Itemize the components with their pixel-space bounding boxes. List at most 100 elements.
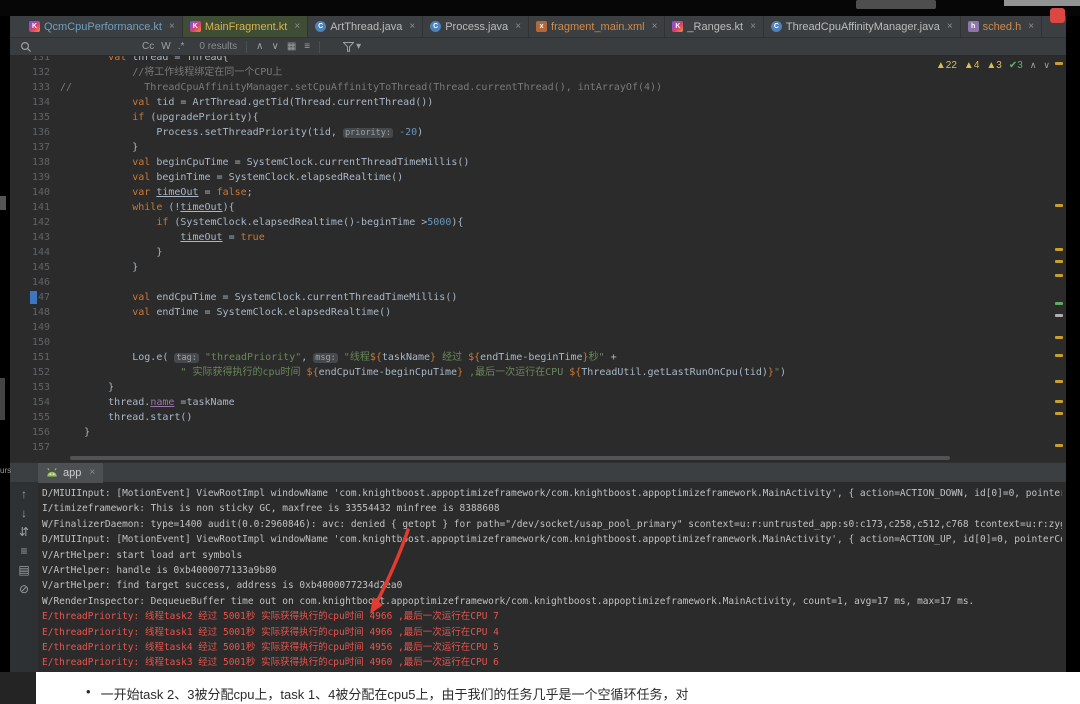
run-tab-app[interactable]: app × <box>38 463 103 483</box>
more-options-icon[interactable]: ≡ <box>304 41 310 52</box>
close-icon[interactable]: × <box>409 21 415 32</box>
code-line[interactable]: 141 while (!timeOut){ <box>10 200 1052 215</box>
code-line[interactable]: 150 <box>10 335 1052 350</box>
code-line[interactable]: 140 var timeOut = false; <box>10 185 1052 200</box>
close-icon[interactable]: × <box>652 21 658 32</box>
tab-fragment-main-xml[interactable]: xfragment_main.xml× <box>529 16 665 37</box>
close-icon[interactable]: × <box>169 21 175 32</box>
code-line[interactable]: 142 if (SystemClock.elapsedRealtime()-be… <box>10 215 1052 230</box>
log-line[interactable]: D/MIUIInput: [MotionEvent] ViewRootImpl … <box>42 486 1062 501</box>
code-line[interactable]: 145 } <box>10 260 1052 275</box>
log-line[interactable]: V/ArtHelper: start load art symbols <box>42 548 1062 563</box>
annotation-arrow <box>358 524 422 620</box>
stripe-mark[interactable] <box>1055 314 1063 317</box>
next-issue-icon[interactable]: ∨ <box>1043 60 1050 71</box>
stripe-mark[interactable] <box>1055 354 1063 357</box>
code-line[interactable]: 144 } <box>10 245 1052 260</box>
record-indicator-icon[interactable] <box>1050 8 1065 23</box>
code-line[interactable]: 137 } <box>10 140 1052 155</box>
code-segment: if <box>132 112 144 123</box>
clear-console-icon[interactable]: ⊘ <box>19 583 29 595</box>
scroll-to-top-icon[interactable]: ↑ <box>21 488 27 500</box>
log-line[interactable]: E/threadPriority: 线程task1 经过 5001秒 实际获得执… <box>42 625 1062 640</box>
stripe-mark[interactable] <box>1055 400 1063 403</box>
stripe-mark[interactable] <box>1055 444 1063 447</box>
tab--ranges-kt[interactable]: K_Ranges.kt× <box>665 16 764 37</box>
code-line[interactable]: 134 val tid = ArtThread.getTid(Thread.cu… <box>10 95 1052 110</box>
prev-issue-icon[interactable]: ∧ <box>1030 60 1037 71</box>
words-toggle[interactable]: W <box>161 41 170 52</box>
close-icon[interactable]: × <box>515 21 521 32</box>
log-line[interactable]: I/timizeframework: This is non sticky GC… <box>42 501 1062 516</box>
close-icon[interactable]: × <box>89 467 95 478</box>
stripe-mark[interactable] <box>1055 260 1063 263</box>
code-line[interactable]: 149 <box>10 320 1052 335</box>
code-line[interactable]: 146 <box>10 275 1052 290</box>
code-line[interactable]: 153 } <box>10 380 1052 395</box>
log-line[interactable]: E/threadPriority: 线程task4 经过 5001秒 实际获得执… <box>42 640 1062 655</box>
log-line[interactable]: E/threadPriority: 线程task2 经过 5001秒 实际获得执… <box>42 609 1062 624</box>
log-line[interactable]: D/MIUIInput: [MotionEvent] ViewRootImpl … <box>42 532 1062 547</box>
search-input[interactable] <box>41 41 133 53</box>
tab-mainfragment-kt[interactable]: KMainFragment.kt× <box>183 16 308 37</box>
stripe-mark[interactable] <box>1055 302 1063 305</box>
match-case-toggle[interactable]: Cc <box>142 41 154 52</box>
log-line[interactable]: V/ArtHelper: handle is 0xb4000077133a9b8… <box>42 563 1062 578</box>
horizontal-scrollbar[interactable] <box>70 456 950 460</box>
line-number: 141 <box>16 200 60 215</box>
tab-process-java[interactable]: CProcess.java× <box>423 16 529 37</box>
stripe-mark[interactable] <box>1055 380 1063 383</box>
close-icon[interactable]: × <box>947 21 953 32</box>
code-line[interactable]: 147 val endCpuTime = SystemClock.current… <box>10 290 1052 305</box>
code-line[interactable]: 131 val thread = Thread{ <box>10 56 1052 65</box>
log-line[interactable]: E/threadPriority: 线程task3 经过 5001秒 实际获得执… <box>42 655 1062 670</box>
log-line[interactable]: W/FinalizerDaemon: type=1400 audit(0.0:2… <box>42 517 1062 532</box>
filter-results-button[interactable]: ▾ <box>343 41 361 52</box>
print-icon[interactable]: ▤ <box>18 564 29 576</box>
stripe-mark[interactable] <box>1055 336 1063 339</box>
code-line[interactable]: 155 thread.start() <box>10 410 1052 425</box>
select-all-matches-icon[interactable]: ▦ <box>287 41 296 52</box>
code-line[interactable]: 157 <box>10 440 1052 455</box>
scroll-to-end-icon[interactable]: ⇵ <box>19 526 29 538</box>
tab-sched-h[interactable]: hsched.h× <box>961 16 1042 37</box>
code-line[interactable]: 139 val beginTime = SystemClock.elapsedR… <box>10 170 1052 185</box>
tab-qcmcpuperformance-kt[interactable]: KQcmCpuPerformance.kt× <box>22 16 183 37</box>
code-line[interactable]: 135 if (upgradePriority){ <box>10 110 1052 125</box>
code-line[interactable]: 143 timeOut = true <box>10 230 1052 245</box>
scroll-to-bottom-icon[interactable]: ↓ <box>21 507 27 519</box>
code-segment: ) <box>780 367 786 378</box>
close-icon[interactable]: × <box>1028 21 1034 32</box>
code-text: if (upgradePriority){ <box>60 110 259 125</box>
code-line[interactable]: 156 } <box>10 425 1052 440</box>
next-match-icon[interactable]: ∨ <box>271 41 278 52</box>
code-line[interactable]: 133// ThreadCpuAffinityManager.setCpuAff… <box>10 80 1052 95</box>
code-segment: //将工作线程绑定在同一个CPU上 <box>132 67 282 78</box>
code-segment: -20 <box>399 127 417 138</box>
code-line[interactable]: 138 val beginCpuTime = SystemClock.curre… <box>10 155 1052 170</box>
tab-artthread-java[interactable]: CArtThread.java× <box>308 16 423 37</box>
error-stripe[interactable] <box>1052 56 1066 462</box>
code-line[interactable]: 151 Log.e( tag: "threadPriority", msg: "… <box>10 350 1052 365</box>
stripe-mark[interactable] <box>1055 248 1063 251</box>
stripe-mark[interactable] <box>1055 412 1063 415</box>
tab-threadcpuaffinitymanager-java[interactable]: CThreadCpuAffinityManager.java× <box>764 16 961 37</box>
close-icon[interactable]: × <box>750 21 756 32</box>
log-line[interactable]: W/RenderInspector: DequeueBuffer time ou… <box>42 594 1062 609</box>
code-editor[interactable]: 131 val thread = Thread{132 //将工作线程绑定在同一… <box>10 56 1066 462</box>
bullet: • <box>86 684 91 703</box>
code-line[interactable]: 132 //将工作线程绑定在同一个CPU上 <box>10 65 1052 80</box>
code-line[interactable]: 152 " 实际获得执行的cpu时间 ${endCpuTime-beginCpu… <box>10 365 1052 380</box>
close-icon[interactable]: × <box>294 21 300 32</box>
code-line[interactable]: 154 thread.name =taskName <box>10 395 1052 410</box>
log-line[interactable]: V/artHelper: find target success, addres… <box>42 578 1062 593</box>
inspections-widget[interactable]: ▲22▲4▲3✔3∧∨ <box>936 60 1050 71</box>
prev-match-icon[interactable]: ∧ <box>256 41 263 52</box>
soft-wrap-icon[interactable]: ≡ <box>20 545 27 557</box>
regex-toggle[interactable]: .* <box>178 41 185 52</box>
code-line[interactable]: 136 Process.setThreadPriority(tid, prior… <box>10 125 1052 140</box>
stripe-mark[interactable] <box>1055 204 1063 207</box>
stripe-mark[interactable] <box>1055 62 1063 65</box>
stripe-mark[interactable] <box>1055 274 1063 277</box>
code-line[interactable]: 148 val endTime = SystemClock.elapsedRea… <box>10 305 1052 320</box>
